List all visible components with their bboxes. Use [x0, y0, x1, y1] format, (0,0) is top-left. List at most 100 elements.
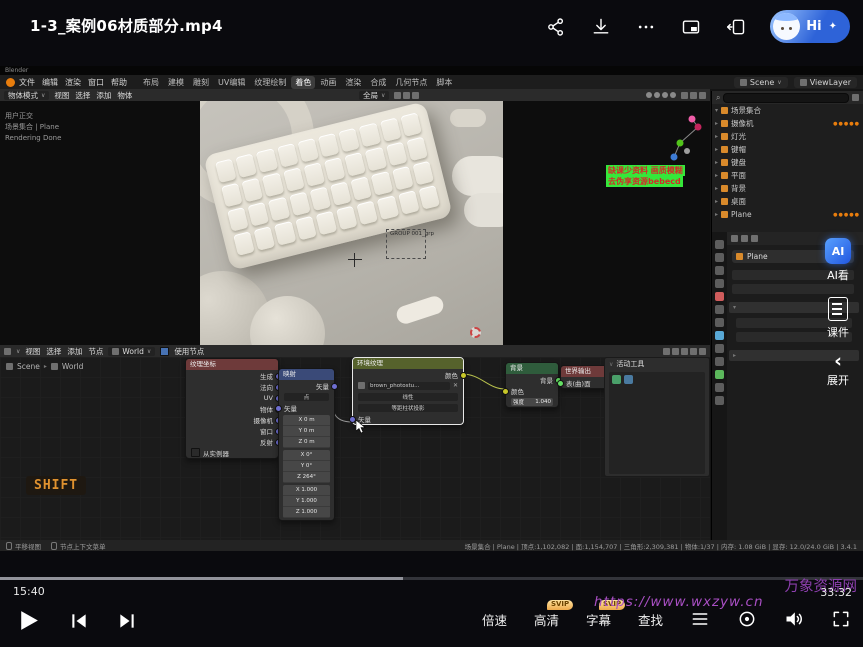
node-texture-coordinate[interactable]: 纹理坐标 生成 法向 UV 物体 摄像机 — [185, 358, 279, 459]
input-socket[interactable] — [349, 416, 356, 423]
outliner-item[interactable]: ▸ 摄像机 ●●●●● — [712, 117, 863, 130]
outliner-item[interactable]: ▸ 背景 — [712, 182, 863, 195]
node-editor-menu-item[interactable]: 选择 — [46, 346, 61, 357]
outliner-item[interactable]: ▸ 桌面 — [712, 195, 863, 208]
value-field[interactable]: Z 0 m — [283, 437, 330, 448]
progress-bar[interactable] — [0, 577, 863, 580]
properties-tab-icon — [715, 383, 724, 392]
ai-watch-button[interactable]: AI AI看 — [825, 238, 851, 283]
mini-window-icon[interactable] — [725, 16, 747, 38]
play-button[interactable] — [16, 608, 41, 633]
record-icon[interactable] — [737, 609, 757, 629]
video-frame[interactable]: Blender 文件编辑渲染窗口帮助 布局建模雕刻UV编辑纹理绘制着色动画渲染合… — [0, 66, 863, 551]
editor-type-icon[interactable] — [4, 348, 11, 355]
playback-speed-button[interactable]: 倍速 — [482, 610, 507, 629]
breadcrumb-world: World — [62, 362, 84, 371]
projection-dropdown[interactable]: 等距柱状投影 — [358, 404, 458, 412]
value-field[interactable]: X 1.000 — [283, 485, 330, 496]
workspace-tab[interactable]: UV编辑 — [214, 76, 249, 89]
menu-item[interactable]: 渲染 — [65, 77, 81, 88]
volume-icon[interactable] — [784, 609, 804, 629]
tool-sidebar-panel[interactable]: ∨ 活动工具 — [604, 357, 710, 477]
fullscreen-icon[interactable] — [831, 609, 851, 629]
outliner-item[interactable]: ▸ Plane ●●●●● — [712, 208, 863, 221]
value-field[interactable]: Y 1.000 — [283, 496, 330, 507]
world-datablock-selector[interactable]: World∨ — [108, 347, 155, 356]
tool-panel-header[interactable]: ∨ 活动工具 — [605, 358, 709, 370]
tool-icon[interactable] — [612, 375, 621, 384]
node-editor-menu-item[interactable]: 添加 — [67, 346, 82, 357]
viewlayer-selector[interactable]: ViewLayer — [794, 77, 857, 88]
input-socket[interactable] — [557, 380, 564, 387]
close-icon[interactable]: ✕ — [453, 382, 458, 389]
scene-selector[interactable]: Scene∨ — [734, 77, 788, 88]
value-field[interactable]: Y 0° — [283, 461, 330, 472]
workspace-tab[interactable]: 几何节点 — [391, 76, 431, 89]
mapping-type-dropdown[interactable]: 点 — [284, 393, 329, 401]
input-socket[interactable] — [275, 405, 282, 412]
download-icon[interactable] — [590, 16, 612, 38]
workspace-tab[interactable]: 脚本 — [432, 76, 456, 89]
menu-item[interactable]: 文件 — [19, 77, 35, 88]
input-socket[interactable] — [502, 388, 509, 395]
value-field[interactable]: Z 1.000 — [283, 507, 330, 518]
search-in-video-button[interactable]: 查找 — [638, 610, 663, 629]
more-options-icon[interactable] — [635, 16, 657, 38]
filter-icon[interactable] — [852, 94, 859, 101]
viewport-menu-item[interactable]: 物体 — [117, 90, 132, 101]
workspace-tab[interactable]: 布局 — [139, 76, 163, 89]
next-episode-button[interactable] — [117, 611, 137, 631]
user-avatar-button[interactable]: Hi ✦ — [770, 10, 850, 43]
menu-item[interactable]: 编辑 — [42, 77, 58, 88]
workspace-tab[interactable]: 雕刻 — [189, 76, 213, 89]
workspace-tab[interactable]: 渲染 — [341, 76, 365, 89]
quality-button[interactable]: 高清 — [534, 613, 559, 628]
workspace-tab[interactable]: 着色 — [291, 76, 315, 89]
node-background[interactable]: 背景 背景 颜色 强度1.040 — [505, 362, 559, 408]
workspace-tab[interactable]: 纹理绘制 — [250, 76, 290, 89]
viewport-menu-item[interactable]: 视图 — [54, 90, 69, 101]
orientation-selector[interactable]: 全局∨ — [359, 91, 389, 100]
strength-field[interactable]: 强度1.040 — [511, 398, 553, 406]
outliner-item[interactable]: ▸ 平面 — [712, 169, 863, 182]
outliner-search-input[interactable] — [723, 93, 849, 103]
value-field[interactable]: X 0 m — [283, 415, 330, 426]
menu-item[interactable]: 帮助 — [111, 77, 127, 88]
share-icon[interactable] — [545, 16, 567, 38]
node-canvas[interactable]: Scene ▸ World 纹理坐标 生成 法向 UV — [0, 357, 710, 540]
outliner-item[interactable]: ▾ 场景集合 — [712, 104, 863, 117]
value-field[interactable]: Y 0 m — [283, 426, 330, 437]
node-world-output[interactable]: 世界输出 表(曲)面 — [560, 365, 608, 389]
playlist-icon[interactable] — [690, 609, 710, 629]
use-nodes-checkbox[interactable] — [160, 347, 169, 356]
node-editor-menu-item[interactable]: 节点 — [88, 346, 103, 357]
node-environment-texture[interactable]: 环境纹理 颜色 brown_photostu...✕ 线性 等距柱状投影 矢量 — [352, 357, 464, 425]
outliner-item[interactable]: ▸ 键盘 — [712, 156, 863, 169]
outliner-item[interactable]: ▸ 灯光 — [712, 130, 863, 143]
interpolation-dropdown[interactable]: 线性 — [358, 393, 458, 401]
viewport-menu-item[interactable]: 选择 — [75, 90, 90, 101]
mode-selector[interactable]: 物体模式∨ — [4, 91, 49, 100]
workspace-tab[interactable]: 建模 — [164, 76, 188, 89]
workspace-tab[interactable]: 动画 — [316, 76, 340, 89]
tool-icon[interactable] — [624, 375, 633, 384]
properties-tab-strip[interactable] — [712, 232, 727, 540]
menu-item[interactable]: 窗口 — [88, 77, 104, 88]
value-field[interactable]: Z 264° — [283, 472, 330, 483]
output-socket[interactable] — [460, 372, 467, 379]
image-name-field[interactable]: brown_photostu... — [368, 382, 450, 390]
pip-icon[interactable] — [680, 16, 702, 38]
workspace-tab[interactable]: 合成 — [366, 76, 390, 89]
viewport-menu-item[interactable]: 添加 — [96, 90, 111, 101]
expand-button[interactable]: ‹ 展开 — [827, 354, 849, 388]
output-socket[interactable] — [331, 383, 338, 390]
checkbox[interactable] — [191, 448, 200, 457]
courseware-button[interactable]: 课件 — [827, 297, 849, 340]
value-field[interactable]: X 0° — [283, 450, 330, 461]
from-instancer-row[interactable]: 从实例器 — [186, 447, 278, 458]
node-mapping[interactable]: 映射 矢量 点 矢量 X 0 mY 0 mZ 0 m X 0°Y 0°Z 264… — [278, 368, 335, 521]
node-editor-menu-item[interactable]: 视图 — [25, 346, 40, 357]
subtitles-button[interactable]: 字幕 — [586, 613, 611, 628]
outliner-item[interactable]: ▸ 键帽 — [712, 143, 863, 156]
previous-episode-button[interactable] — [69, 611, 89, 631]
